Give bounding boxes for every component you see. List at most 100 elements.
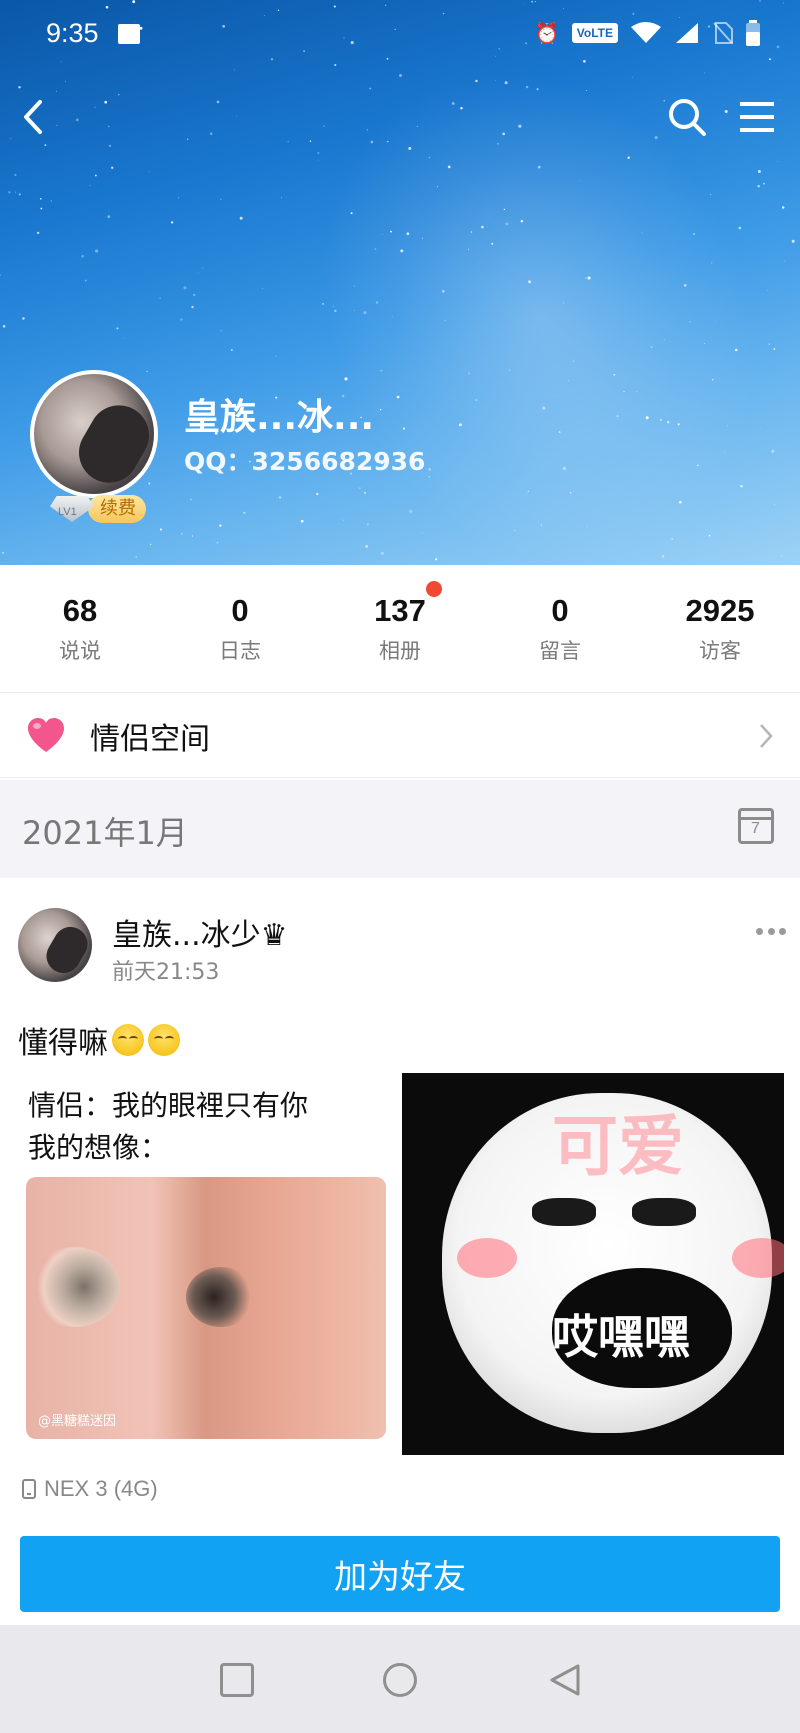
stat-blog[interactable]: 0 日志 <box>160 565 320 692</box>
action-bar: 加为好友 <box>0 1518 800 1625</box>
star <box>216 100 220 104</box>
star <box>220 330 222 332</box>
star <box>763 182 765 185</box>
post-text-content: 懂得嘛 <box>18 1026 108 1061</box>
smirk-emoji-icon <box>148 1024 180 1056</box>
stat-label: 说说 <box>59 638 101 663</box>
post-image-panda-meme[interactable]: 可爱 哎嘿嘿 <box>402 1073 784 1455</box>
post-author-avatar[interactable] <box>18 908 92 982</box>
star <box>14 173 17 177</box>
image-watermark: @黑糖糕迷因 <box>38 1414 117 1429</box>
cell-signal-icon <box>676 23 698 43</box>
post-author-name[interactable]: 皇族...冰少♛ <box>112 910 288 954</box>
date-label: 2021年1月 <box>22 814 188 852</box>
star <box>81 254 84 258</box>
device-name: NEX 3 (4G) <box>44 1476 158 1501</box>
star <box>781 206 785 209</box>
star <box>159 297 161 299</box>
star <box>189 498 192 501</box>
star <box>366 523 369 526</box>
heart-icon <box>28 717 64 752</box>
post-text: 懂得嘛 <box>18 1018 180 1062</box>
star <box>369 87 372 90</box>
post-image-meme-eyes[interactable]: 情侣：我的眼裡只有你 我的想像： @黑糖糕迷因 <box>18 1073 396 1451</box>
star <box>135 556 138 558</box>
stat-label: 访客 <box>699 638 741 663</box>
alarm-icon: ⏰ <box>534 22 560 45</box>
menu-button[interactable] <box>732 92 782 142</box>
star <box>116 327 119 330</box>
stat-messages[interactable]: 0 留言 <box>480 565 640 692</box>
calendar-icon[interactable]: 7 <box>738 808 774 844</box>
nav-back-icon[interactable] <box>548 1663 582 1697</box>
star <box>243 511 246 514</box>
calendar-day: 7 <box>751 820 760 837</box>
star <box>2 325 6 328</box>
star <box>236 115 237 117</box>
battery-icon <box>746 20 760 46</box>
star <box>107 125 110 128</box>
eyes-photo: @黑糖糕迷因 <box>26 1177 386 1439</box>
profile-qq-number: QQ：3256682936 <box>184 447 426 476</box>
stat-label: 留言 <box>539 638 581 663</box>
panda-eye <box>632 1198 696 1226</box>
volte-icon: VoLTE <box>571 23 618 43</box>
star <box>150 543 152 545</box>
more-options-icon[interactable] <box>756 928 786 938</box>
star <box>275 355 277 357</box>
add-friend-button[interactable]: 加为好友 <box>20 1536 780 1612</box>
chevron-left-icon <box>24 100 42 134</box>
stat-label: 相册 <box>379 638 421 663</box>
star <box>84 279 87 282</box>
star <box>159 528 162 531</box>
wifi-icon <box>631 22 661 43</box>
star <box>180 318 183 321</box>
star <box>239 216 243 220</box>
recents-button[interactable] <box>220 1663 254 1697</box>
stat-visitors[interactable]: 2925 访客 <box>640 565 800 692</box>
date-divider: 2021年1月 7 <box>0 780 800 878</box>
star <box>708 534 711 537</box>
star <box>183 286 187 290</box>
profile-avatar[interactable] <box>30 370 158 498</box>
profile-name: 皇族...冰... <box>184 397 375 438</box>
star <box>191 535 194 537</box>
star <box>95 249 99 253</box>
stat-value: 0 <box>551 592 569 628</box>
qzone-profile-screen: 9:35 ⏰ VoLTE LV1 续费 皇族...冰... QQ：3256682… <box>0 0 800 1733</box>
star <box>757 184 760 188</box>
search-icon <box>669 99 706 136</box>
chevron-right-icon <box>760 724 773 748</box>
couple-space-label: 情侣空间 <box>90 721 210 757</box>
level-text: LV1 <box>58 506 77 518</box>
star <box>75 118 79 122</box>
level-badge[interactable]: LV1 续费 <box>50 492 146 526</box>
star <box>50 200 52 202</box>
renew-button[interactable]: 续费 <box>88 495 146 523</box>
star <box>18 86 21 89</box>
system-icons: ⏰ VoLTE <box>535 20 760 46</box>
profile-cover: 9:35 ⏰ VoLTE LV1 续费 皇族...冰... QQ：3256682… <box>0 0 800 565</box>
star <box>40 198 42 200</box>
star <box>791 239 795 243</box>
star <box>278 496 282 499</box>
star <box>94 106 96 109</box>
back-button[interactable] <box>8 92 58 142</box>
search-button[interactable] <box>662 92 712 142</box>
home-button[interactable] <box>383 1663 417 1697</box>
star <box>146 370 148 373</box>
star <box>399 74 402 77</box>
post-timestamp: 前天21:53 <box>112 960 220 985</box>
stat-shuoshuo[interactable]: 68 说说 <box>0 565 160 692</box>
star <box>22 317 25 320</box>
stats-row: 68 说说 0 日志 137 相册 0 留言 2925 访客 <box>0 565 800 693</box>
couple-space-row[interactable]: 情侣空间 <box>0 694 800 778</box>
phone-icon <box>22 1479 36 1499</box>
panda-blush <box>457 1238 517 1278</box>
meme-bottom-text: 哎嘿嘿 <box>552 1310 690 1364</box>
star <box>343 519 345 521</box>
star <box>198 272 199 274</box>
stat-album[interactable]: 137 相册 <box>320 565 480 692</box>
star <box>170 221 174 224</box>
star <box>738 226 742 230</box>
